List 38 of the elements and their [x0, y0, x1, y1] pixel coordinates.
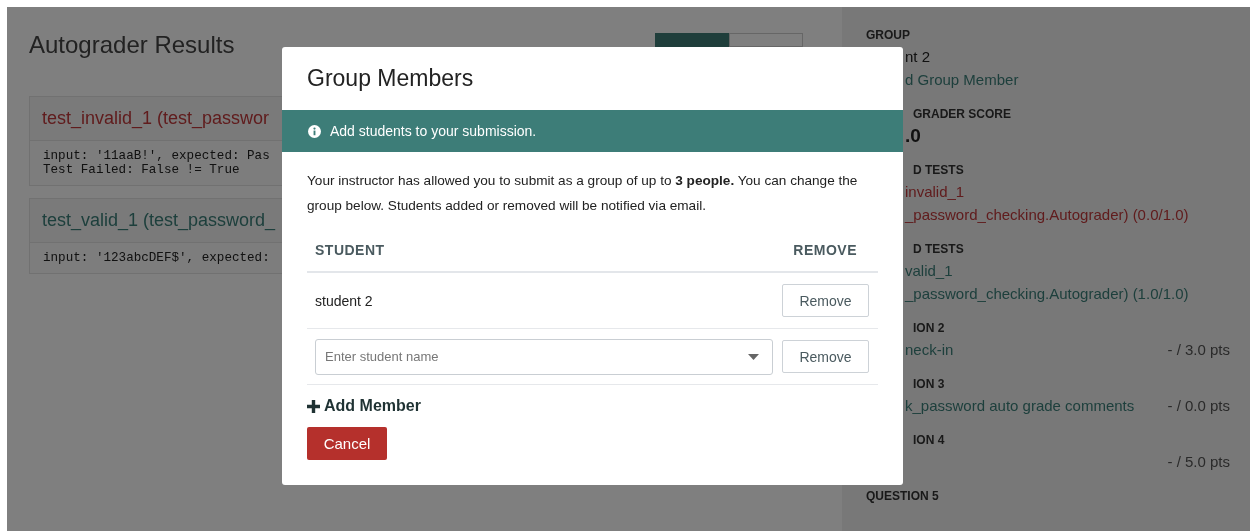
section-label: GROUP: [866, 27, 911, 44]
test-output: input: '11aaB!', expected: Pas: [43, 149, 271, 163]
plus-icon: [307, 399, 320, 413]
test-output: input: '123abcDEF$', expected:: [43, 251, 271, 265]
info-icon: [308, 124, 321, 138]
section-label: ION 2: [912, 320, 946, 337]
question-points: - / 5.0 pts: [1167, 452, 1230, 472]
section-label: GRADER SCORE: [912, 106, 1012, 123]
cancel-button[interactable]: Cancel: [307, 427, 387, 460]
caret-icon: [748, 353, 759, 360]
section-label: ION 3: [912, 376, 946, 393]
view-tab[interactable]: [655, 33, 729, 47]
question-points: - / 0.0 pts: [1167, 396, 1230, 416]
section-value: .0: [904, 124, 921, 147]
remove-button[interactable]: Remove: [782, 340, 869, 373]
remove-button[interactable]: Remove: [782, 284, 869, 317]
section-value: valid_1: [904, 261, 953, 281]
test-output: Test Failed: False != True: [43, 163, 241, 177]
student-select[interactable]: Enter student name: [315, 338, 773, 375]
column-header: REMOVE: [793, 242, 857, 258]
page-title: Autograder Results: [29, 31, 235, 59]
section-label: QUESTION 5: [866, 488, 940, 505]
section-value: invalid_1: [904, 182, 965, 202]
dialog-message: Your instructor has allowed you to submit as a group of up to 3 people. You can change the group below. Students added or removed will be notified via email.: [307, 172, 859, 215]
section-value: nt 2: [904, 47, 931, 67]
add-member-button[interactable]: Add Member: [307, 397, 421, 415]
dialog-title: Group Members: [306, 64, 475, 93]
column-header: STUDENT: [315, 242, 385, 258]
test-name: test_valid_1 (test_password_: [42, 210, 276, 231]
question-points: - / 3.0 pts: [1167, 340, 1230, 360]
section-label: ION 4: [912, 432, 946, 449]
student-name: student 2: [315, 292, 374, 309]
test-name: test_invalid_1 (test_passwor: [42, 108, 270, 129]
section-value: _password_checking.Autograder) (1.0/1.0): [903, 284, 1189, 304]
section-value: _password_checking.Autograder) (0.0/1.0): [903, 205, 1189, 225]
section-label: D TESTS: [912, 241, 965, 258]
notice-text: Add students to your submission.: [330, 123, 537, 139]
section-label: D TESTS: [912, 162, 965, 179]
